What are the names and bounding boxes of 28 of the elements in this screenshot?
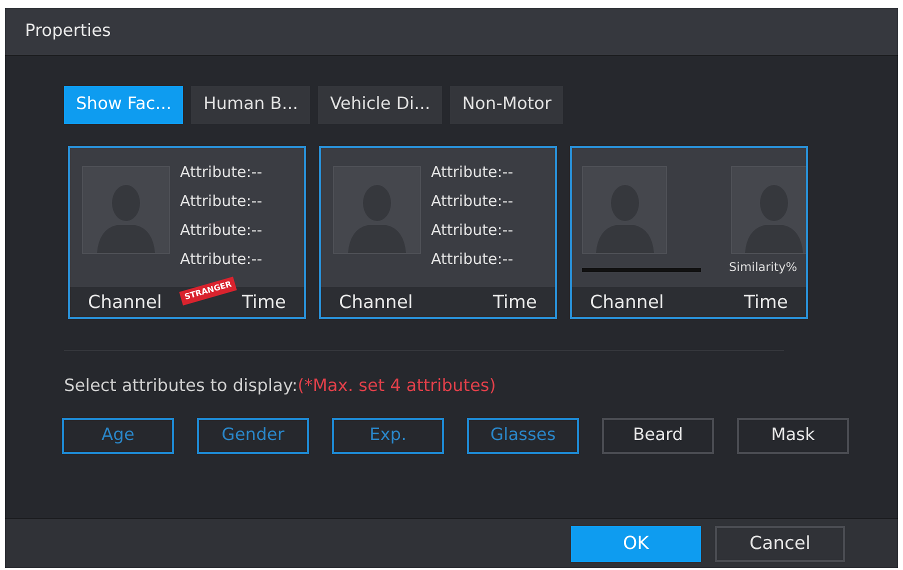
attribute-toggle[interactable]: Beard: [602, 418, 714, 454]
channel-label: Channel: [590, 290, 664, 314]
attribute-text: Attribute:--: [180, 220, 262, 241]
tab[interactable]: Vehicle Di...: [318, 86, 442, 124]
attribute-text: Attribute:--: [180, 162, 262, 183]
tab[interactable]: Non-Motor: [450, 86, 564, 124]
channel-label: Channel: [339, 290, 413, 314]
limit-note: (*Max. set 4 attributes): [298, 376, 496, 396]
attribute-text: Attribute:--: [180, 191, 262, 212]
cancel-button[interactable]: Cancel: [715, 526, 845, 562]
attribute-toggle[interactable]: Age: [62, 418, 174, 454]
attribute-text: Attribute:--: [180, 249, 262, 270]
window-title: Properties: [25, 20, 111, 43]
similarity-label: Similarity%: [729, 259, 798, 276]
time-label: Time: [242, 290, 286, 314]
time-label: Time: [744, 290, 788, 314]
attribute-toggle[interactable]: Glasses: [467, 418, 579, 454]
channel-label: Channel: [88, 290, 162, 314]
time-label: Time: [492, 290, 537, 314]
attribute-toggle[interactable]: Mask: [737, 418, 849, 454]
attribute-toggle[interactable]: Gender: [197, 418, 309, 454]
attribute-text: Attribute:--: [431, 220, 514, 241]
attribute-toggle[interactable]: Exp.: [332, 418, 444, 454]
tab[interactable]: Human B...: [191, 86, 310, 124]
attribute-text: Attribute:--: [431, 249, 514, 270]
instruction-text: Select attributes to display:: [64, 376, 298, 396]
attribute-text: Attribute:--: [431, 191, 514, 212]
attribute-text: Attribute:--: [431, 162, 514, 183]
